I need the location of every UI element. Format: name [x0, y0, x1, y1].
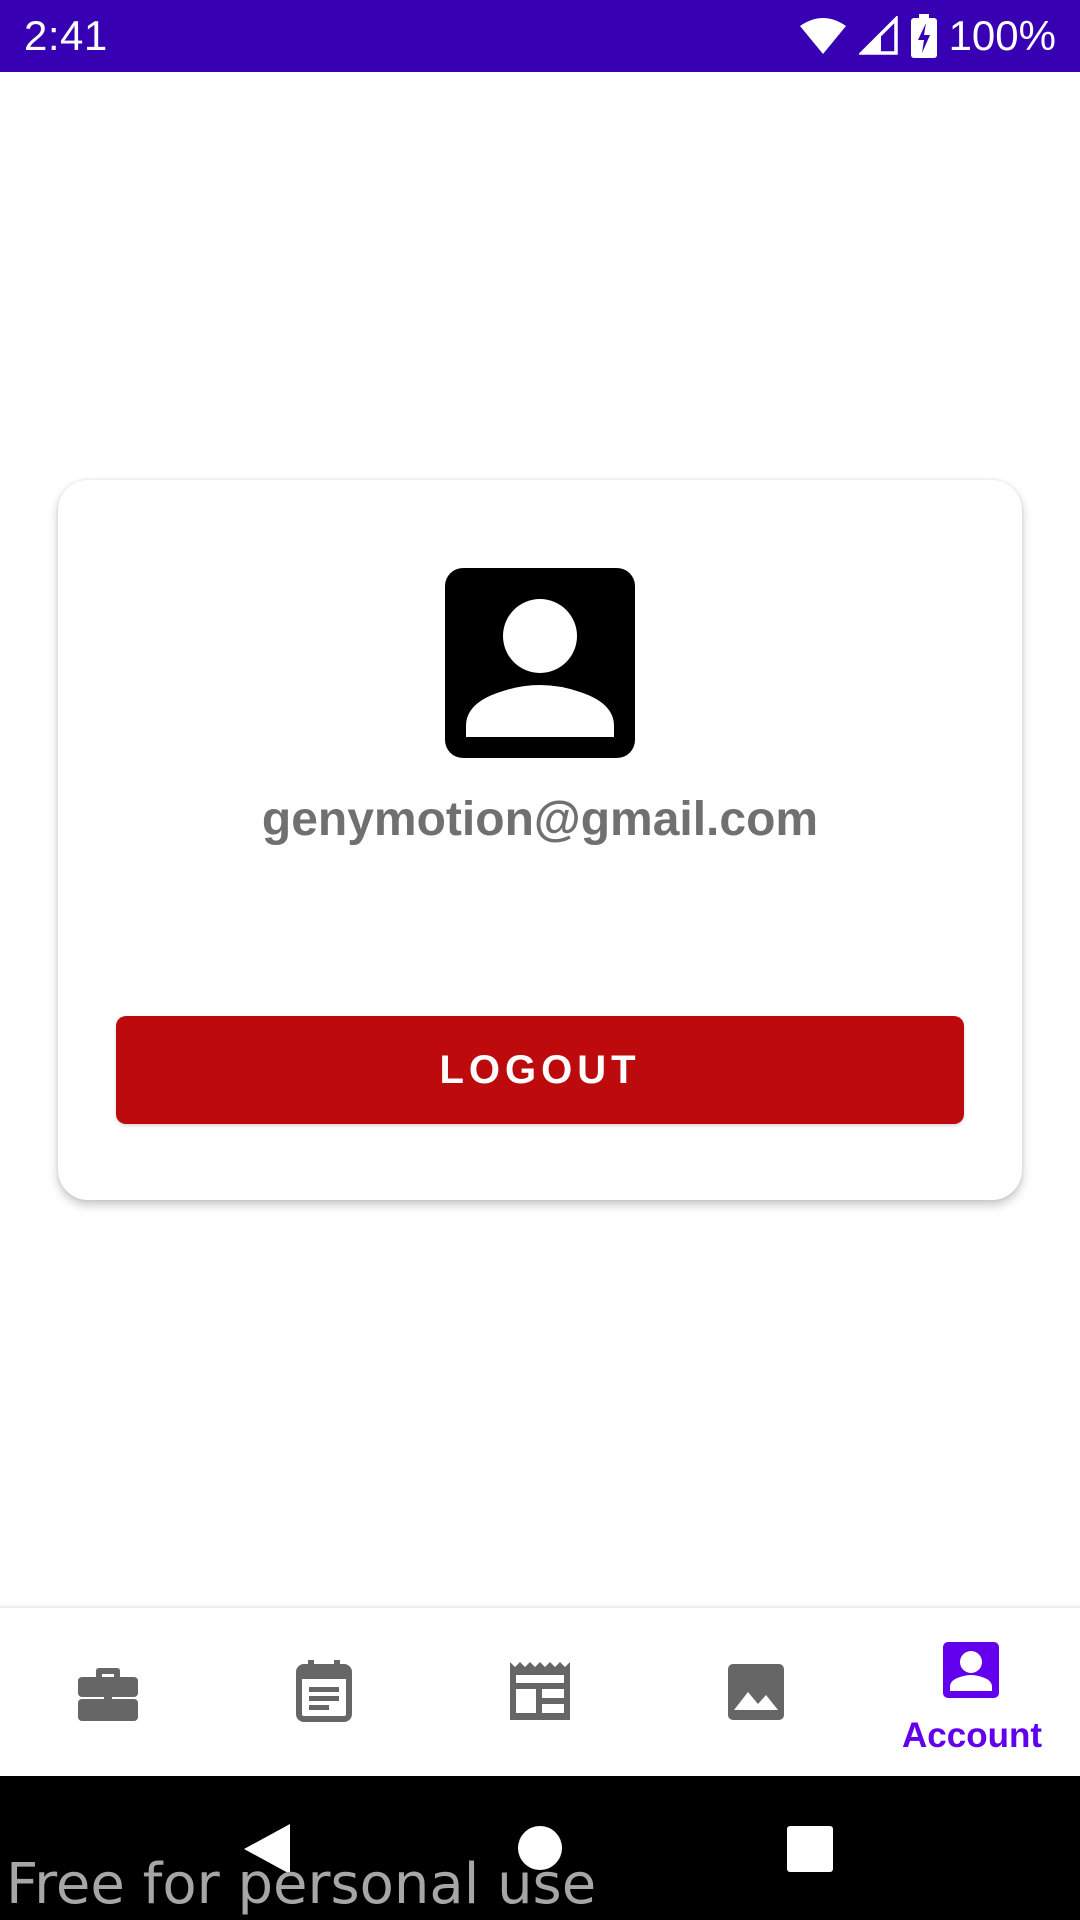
status-icons: 100% [799, 12, 1056, 60]
nav-item-account[interactable]: Account [864, 1608, 1080, 1778]
briefcase-icon [78, 1668, 138, 1721]
nav-label-account: Account [902, 1716, 1042, 1755]
account-email: genymotion@gmail.com [261, 793, 819, 846]
nav-item-news[interactable] [432, 1608, 648, 1778]
battery-charging-icon [910, 14, 937, 58]
nav-item-work[interactable] [0, 1608, 216, 1778]
image-icon [728, 1664, 784, 1720]
watermark-text: Free for personal use [6, 1852, 597, 1917]
nav-item-calendar[interactable] [216, 1608, 432, 1778]
logout-button[interactable]: LOGOUT [116, 1016, 964, 1124]
cell-signal-icon [858, 16, 898, 55]
nav-item-gallery[interactable] [648, 1608, 864, 1778]
status-time: 2:41 [24, 12, 108, 59]
account-box-icon [943, 1642, 999, 1698]
calendar-note-icon [296, 1660, 352, 1722]
status-bar: 2:41 100% [0, 0, 1080, 72]
newspaper-icon [510, 1662, 570, 1720]
screen: 2:41 100% genymotion@gmail.com LOGOUT Ac… [0, 0, 1080, 1920]
wifi-icon [799, 18, 846, 54]
bottom-navigation: Account [0, 1606, 1080, 1776]
account-box-icon [445, 568, 635, 758]
recents-square-icon[interactable] [787, 1826, 833, 1872]
battery-percent: 100% [948, 12, 1056, 59]
